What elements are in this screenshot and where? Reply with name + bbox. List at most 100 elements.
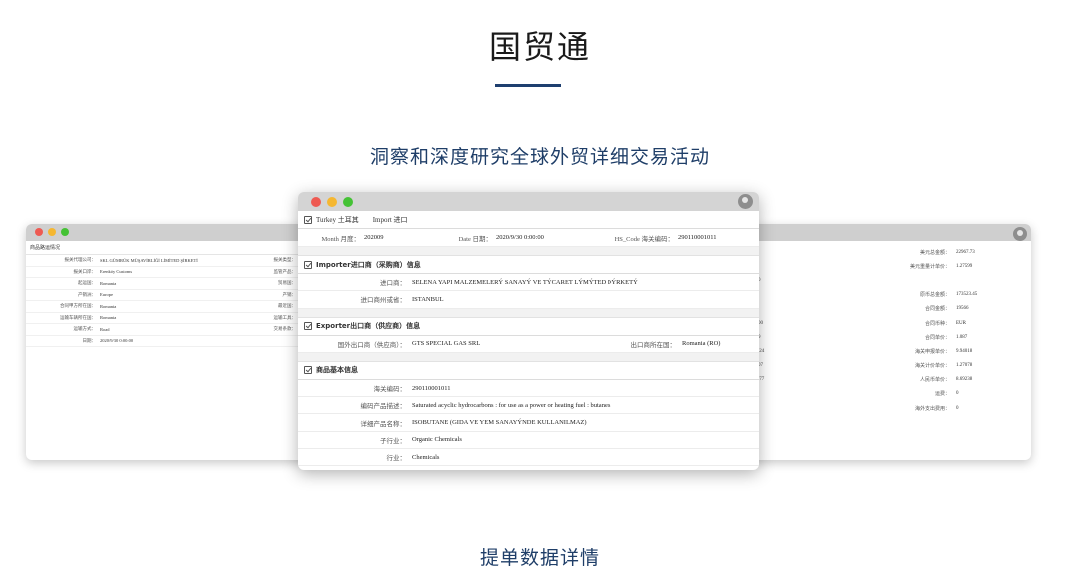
exporter-country-value: Romania (RO) [682, 340, 721, 348]
product-field-value: Organic Chemicals [412, 436, 462, 444]
exporter-heading-cn: 出口商（供应商）信息 [350, 322, 421, 331]
close-icon[interactable] [311, 197, 321, 207]
left-detail-row: 产销洲： Europe 产销： [26, 290, 316, 301]
product-heading: 商品基本信息 [316, 366, 358, 375]
right-field-label: 海外支出费用： [914, 406, 950, 412]
country-label: Turkey 土耳其 [316, 215, 359, 224]
importer-heading-en: Importer [316, 260, 351, 269]
right-field-label: 海关申报单价： [914, 349, 950, 355]
close-icon[interactable] [35, 228, 43, 236]
importer-row: 进口商： SELENA YAPI MALZEMELERÝ SANAYÝ VE TÝ… [298, 274, 759, 292]
right-detail-window: 美元总金额： 22967.73 美元重量计单价： 1.27599 0 原币总金额： 1735… [750, 224, 1031, 460]
right-detail-row: 合同金额： 19566 [750, 302, 1031, 316]
left-field-value: Romania [100, 280, 117, 286]
left-field-label: 运输车辆所在国： [60, 314, 96, 320]
minimize-icon[interactable] [327, 197, 337, 207]
right-detail-row: 运费： 0 [750, 387, 1031, 401]
left-field-label-2: 最近国： [278, 303, 296, 309]
left-field-label-2: 产销： [282, 291, 297, 297]
left-window-titlebar [26, 224, 316, 241]
product-row: 子行业： Organic Chemicals [298, 432, 759, 450]
hs-code-label: HS_Code 海关编码： [614, 235, 674, 243]
right-detail-row: 0 [750, 273, 1031, 287]
right-field-value: 173523.45 [956, 292, 978, 298]
right-field-label: 合同金额： [924, 307, 950, 313]
left-detail-row: 日期： 2020/9/30 0:00:00 [26, 336, 316, 347]
right-field-label: 海关计价单价： [914, 364, 950, 370]
right-field-label: 美元重量计单价： [909, 264, 950, 270]
product-section-heading: 商品基本信息 [298, 361, 759, 380]
date-label: Date 日期： [458, 235, 492, 243]
left-field-value: SKL GÜMRÜK MÜŞAVİRLİĞİ LİMİTED ŞİRKETİ [100, 257, 198, 263]
left-field-label: 报关口岸： [73, 268, 97, 274]
bottom-caption: 提单数据详情 [479, 547, 600, 569]
left-field-label-2: 监管产品： [273, 268, 297, 274]
left-field-value: 2020/9/30 0:00:00 [100, 338, 134, 344]
product-rows: 海关编码： 290110001011 编码产品描述： Saturated acycli… [298, 380, 759, 467]
left-field-label: 报关代理公司： [64, 257, 97, 263]
right-field-label: 美元总金额： [919, 250, 950, 256]
importer-section-heading: Importer 进口商（采购商）信息 [298, 256, 759, 274]
left-field-value: Europe [100, 292, 113, 298]
left-field-value: Romania [100, 303, 117, 309]
title-underline [495, 84, 561, 87]
right-field-label: 合同单价： [924, 335, 950, 341]
product-field-label: 编码产品描述： [360, 403, 407, 411]
importer-field-label: 进口商州或省： [360, 297, 407, 305]
left-field-label: 起运国： [78, 280, 96, 286]
left-field-value: Romania [100, 315, 117, 321]
product-field-label: 详细产品名称： [360, 420, 407, 428]
page-subtitle: 洞察和深度研究全球外贸详细交易活动 [369, 146, 710, 168]
left-detail-row: 报关口岸： Erenköy Customs 监管产品： [26, 267, 316, 278]
exporter-row: 国外出口商（供应商）： GTS SPECIAL GAS SRL 出口商所在国： … [298, 336, 759, 353]
exporter-value: GTS SPECIAL GAS SRL [412, 340, 481, 348]
user-avatar-icon[interactable] [1013, 227, 1027, 241]
right-field-value: 9.94018 [956, 348, 973, 354]
maximize-icon[interactable] [61, 228, 69, 236]
right-detail-row: .77 人民币单价： 8.69238 [750, 373, 1031, 387]
left-field-label-2: 贸易国： [278, 280, 296, 286]
section-check-icon [304, 215, 312, 224]
user-avatar-icon[interactable] [738, 194, 753, 209]
right-field-value: 0 [956, 405, 959, 411]
section-check-icon [304, 260, 312, 269]
direction-label: Import 进口 [372, 215, 408, 224]
exporter-heading-en: Exporter [316, 322, 351, 331]
left-detail-row: 报关代理公司： SKL GÜMRÜK MÜŞAVİRLİĞİ LİMİTED Şİ… [26, 255, 316, 267]
section-check-icon [304, 366, 312, 375]
importer-row: 进口商州或省： ISTANBUL [298, 291, 759, 309]
product-field-value: ISOBUTANE (GIDA VE YEM SANAYÝNDE KULLANI… [412, 419, 587, 427]
maximize-icon[interactable] [343, 197, 353, 207]
right-field-label: 人民币单价： [919, 378, 950, 384]
right-detail-row: 07 海关计价单价： 1.27078 [750, 359, 1031, 373]
product-field-label: 子行业： [380, 437, 406, 445]
left-field-label: 产销洲： [78, 291, 96, 297]
date-value: 2020/9/30 0:00:00 [496, 234, 544, 241]
exporter-label: 国外出口商（供应商）： [337, 341, 406, 349]
record-header: Turkey 土耳其 Import 进口 [298, 211, 759, 229]
product-field-value: Saturated acyclic hydrocarbons : for use… [412, 401, 611, 409]
minimize-icon[interactable] [48, 228, 56, 236]
importer-field-label: 进口商： [380, 280, 406, 288]
importer-heading-cn: 进口商（采购商）信息 [350, 260, 421, 269]
center-detail-window: Turkey 土耳其 Import 进口 Month 月度： 202009 Da… [298, 192, 759, 470]
exporter-section-heading: Exporter 出口商（供应商）信息 [298, 317, 759, 336]
product-row: 海关编码： 290110001011 [298, 380, 759, 398]
right-field-value: 22967.73 [956, 249, 975, 255]
section-check-icon [304, 322, 312, 331]
left-field-label-2: 报关类型： [273, 257, 297, 263]
right-detail-row: 海外支出费用： 0 [750, 401, 1031, 415]
right-field-label: 合同币种： [924, 321, 950, 327]
meta-row: Month 月度： 202009 Date 日期： 2020/9/30 0:00… [298, 229, 759, 247]
right-field-label: 运费： [934, 392, 950, 398]
product-field-value: 290110001011 [412, 384, 451, 392]
right-detail-row: .24 海关申报单价： 9.94018 [750, 344, 1031, 358]
right-detail-row: 9 合同单价： 1.087 [750, 330, 1031, 344]
product-row: 编码产品描述： Saturated acyclic hydrocarbons : … [298, 397, 759, 415]
right-detail-row: 原币总金额： 173523.45 [750, 288, 1031, 302]
product-field-value: Chemicals [412, 453, 440, 461]
product-row: 行业： Chemicals [298, 449, 759, 467]
left-detail-window: 商品路运情况 报关代理公司： SKL GÜMRÜK MÜŞAVİRLİĞİ LİM… [26, 224, 316, 460]
right-detail-row: 00 合同币种： EUR [750, 316, 1031, 330]
hs-code-value: 290110001011 [678, 234, 717, 241]
